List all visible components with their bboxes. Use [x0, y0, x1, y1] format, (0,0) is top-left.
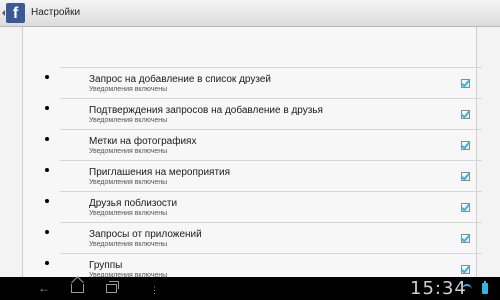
- settings-item-title: Группы: [89, 260, 123, 271]
- notification-checkbox[interactable]: [460, 139, 471, 150]
- settings-item-title: Друзья поблизости: [89, 198, 178, 209]
- clock[interactable]: 15:34: [410, 278, 467, 299]
- checkmark-icon: [460, 170, 471, 181]
- settings-item[interactable]: Друзья поблизости Уведомления включены: [60, 191, 482, 222]
- checkmark-icon: [460, 232, 471, 243]
- settings-item-subtitle: Уведомления включены: [89, 86, 168, 93]
- settings-item-title: Приглашения на мероприятия: [89, 167, 231, 178]
- settings-item-title: Метки на фотографиях: [89, 136, 197, 147]
- notification-checkbox[interactable]: [460, 108, 471, 119]
- notification-checkbox[interactable]: [460, 170, 471, 181]
- checkmark-icon: [460, 139, 471, 150]
- settings-item-title: Подтверждения запросов на добавление в д…: [89, 105, 323, 116]
- menu-icon[interactable]: ⋮: [150, 283, 159, 297]
- settings-item-subtitle: Уведомления включены: [89, 241, 168, 248]
- checkmark-icon: [460, 263, 471, 274]
- settings-item-subtitle: Уведомления включены: [89, 148, 168, 155]
- settings-item[interactable]: Запрос на добавление в список друзей Уве…: [60, 67, 482, 98]
- battery-icon[interactable]: [482, 281, 488, 294]
- checkmark-icon: [460, 77, 471, 88]
- settings-item-title: Запросы от приложений: [89, 229, 202, 240]
- settings-item-subtitle: Уведомления включены: [89, 117, 168, 124]
- facebook-logo-glyph: f: [12, 5, 19, 22]
- settings-item[interactable]: Приглашения на мероприятия Уведомления в…: [60, 160, 482, 191]
- settings-item-subtitle: Уведомления включены: [89, 210, 168, 217]
- system-bar: ← ⋮ 15:34: [0, 277, 500, 300]
- up-caret-icon: [2, 10, 5, 16]
- settings-panel: Запрос на добавление в список друзей Уве…: [22, 27, 482, 284]
- notification-checkbox[interactable]: [460, 201, 471, 212]
- page-title: Настройки: [31, 7, 81, 18]
- settings-item-subtitle: Уведомления включены: [89, 179, 168, 186]
- settings-item[interactable]: Метки на фотографиях Уведомления включен…: [60, 129, 482, 160]
- checkmark-icon: [460, 108, 471, 119]
- checkmark-icon: [460, 201, 471, 212]
- notification-checkbox[interactable]: [460, 232, 471, 243]
- action-bar: f Настройки: [0, 0, 500, 27]
- settings-list: Запрос на добавление в список друзей Уве…: [60, 67, 482, 284]
- settings-item[interactable]: Запросы от приложений Уведомления включе…: [60, 222, 482, 253]
- wifi-icon[interactable]: [462, 284, 472, 296]
- facebook-icon[interactable]: f: [2, 3, 25, 23]
- notification-checkbox[interactable]: [460, 263, 471, 274]
- recent-apps-icon[interactable]: [106, 281, 119, 293]
- settings-item-title: Запрос на добавление в список друзей: [89, 74, 271, 85]
- notification-checkbox[interactable]: [460, 77, 471, 88]
- back-icon[interactable]: ←: [38, 281, 50, 295]
- settings-item[interactable]: Подтверждения запросов на добавление в д…: [60, 98, 482, 129]
- home-icon[interactable]: [71, 284, 84, 293]
